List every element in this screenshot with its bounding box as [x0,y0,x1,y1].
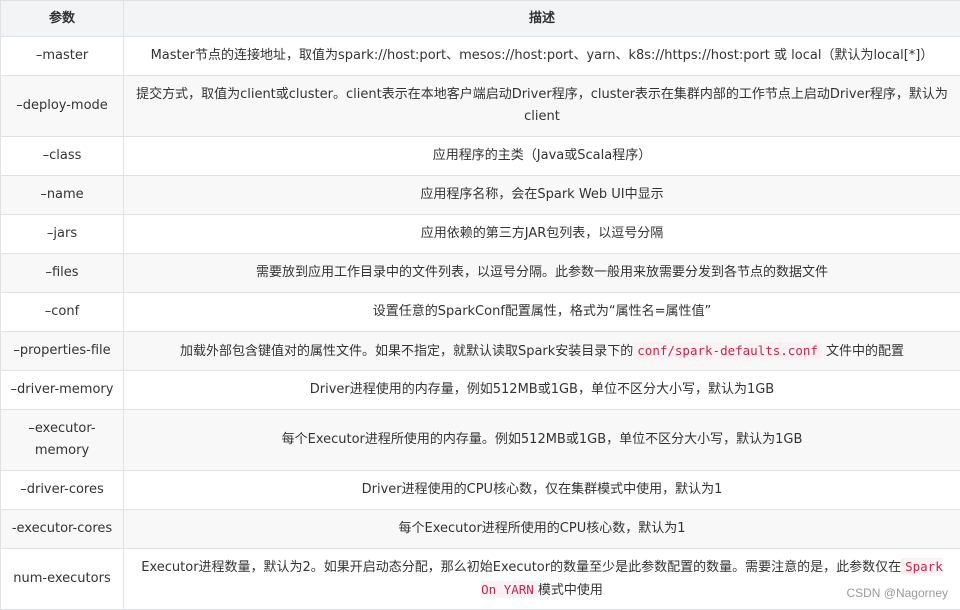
table-row: –class 应用程序的主类（Java或Scala程序） [1,137,960,176]
watermark: CSDN @Nagorney [846,586,948,600]
code-snippet: conf/spark-defaults.conf [633,342,822,359]
table-row: –executor-memory 每个Executor进程所使用的内存量。例如5… [1,410,960,471]
param-cell: –files [1,254,124,293]
param-cell: –properties-file [1,332,124,371]
table-row: –deploy-mode 提交方式，取值为client或cluster。clie… [1,76,960,137]
spark-submit-params-table: 参数 描述 –master Master节点的连接地址，取值为spark://h… [0,0,960,610]
table-row: –name 应用程序名称，会在Spark Web UI中显示 [1,176,960,215]
table-row: –jars 应用依赖的第三方JAR包列表，以逗号分隔 [1,215,960,254]
header-desc: 描述 [124,1,960,37]
desc-cell: 应用程序的主类（Java或Scala程序） [124,137,960,176]
table-header-row: 参数 描述 [1,1,960,37]
param-cell: –jars [1,215,124,254]
param-cell: –class [1,137,124,176]
table-row: –properties-file 加载外部包含键值对的属性文件。如果不指定，就默… [1,332,960,371]
desc-cell: 加载外部包含键值对的属性文件。如果不指定，就默认读取Spark安装目录下的con… [124,332,960,371]
param-cell: -executor-cores [1,510,124,549]
desc-text: Executor进程数量，默认为2。如果开启动态分配，那么初始Executor的… [141,560,901,575]
desc-cell: 设置任意的SparkConf配置属性，格式为“属性名=属性值” [124,293,960,332]
param-cell: –conf [1,293,124,332]
param-cell: –master [1,37,124,76]
desc-cell: 应用程序名称，会在Spark Web UI中显示 [124,176,960,215]
desc-cell: Driver进程使用的内存量，例如512MB或1GB，单位不区分大小写，默认为1… [124,371,960,410]
desc-text: 模式中使用 [538,583,603,598]
desc-cell: 需要放到应用工作目录中的文件列表，以逗号分隔。此参数一般用来放需要分发到各节点的… [124,254,960,293]
table-row: –files 需要放到应用工作目录中的文件列表，以逗号分隔。此参数一般用来放需要… [1,254,960,293]
param-cell: –deploy-mode [1,76,124,137]
desc-cell: 每个Executor进程所使用的CPU核心数，默认为1 [124,510,960,549]
desc-cell: Executor进程数量，默认为2。如果开启动态分配，那么初始Executor的… [124,549,960,610]
table-row: –conf 设置任意的SparkConf配置属性，格式为“属性名=属性值” [1,293,960,332]
table-row: –driver-memory Driver进程使用的内存量，例如512MB或1G… [1,371,960,410]
table-row: num-executors Executor进程数量，默认为2。如果开启动态分配… [1,549,960,610]
param-cell: –executor-memory [1,410,124,471]
desc-cell: Driver进程使用的CPU核心数，仅在集群模式中使用，默认为1 [124,471,960,510]
table-row: –master Master节点的连接地址，取值为spark://host:po… [1,37,960,76]
desc-cell: 每个Executor进程所使用的内存量。例如512MB或1GB，单位不区分大小写… [124,410,960,471]
param-cell: num-executors [1,549,124,610]
table-row: -executor-cores 每个Executor进程所使用的CPU核心数，默… [1,510,960,549]
desc-cell: Master节点的连接地址，取值为spark://host:port、mesos… [124,37,960,76]
desc-cell: 提交方式，取值为client或cluster。client表示在本地客户端启动D… [124,76,960,137]
header-param: 参数 [1,1,124,37]
param-cell: –driver-cores [1,471,124,510]
param-cell: –driver-memory [1,371,124,410]
param-cell: –name [1,176,124,215]
desc-cell: 应用依赖的第三方JAR包列表，以逗号分隔 [124,215,960,254]
table-row: –driver-cores Driver进程使用的CPU核心数，仅在集群模式中使… [1,471,960,510]
desc-text: 加载外部包含键值对的属性文件。如果不指定，就默认读取Spark安装目录下的 [180,344,633,359]
desc-text: 文件中的配置 [826,344,904,359]
